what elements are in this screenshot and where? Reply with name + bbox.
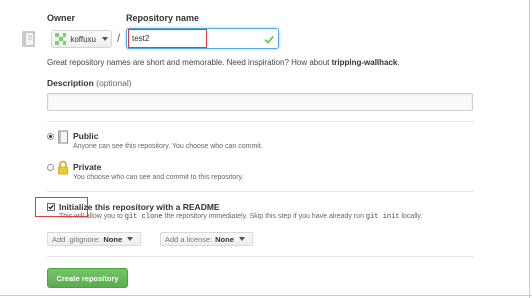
screenshot-border-right [529, 0, 530, 298]
chevron-down-icon [238, 237, 245, 241]
lock-icon [57, 160, 69, 175]
owner-dropdown[interactable]: koffuxu [51, 30, 112, 48]
repo-name-hint: Great repository names are short and mem… [47, 58, 400, 67]
screenshot-border-bottom [0, 295, 532, 296]
divider [47, 256, 474, 257]
gitignore-select[interactable]: Add .gitignore: None [47, 232, 141, 246]
divider [47, 191, 474, 192]
chevron-down-icon [102, 37, 108, 41]
owner-label: Owner [47, 13, 76, 23]
private-label[interactable]: Private [73, 162, 101, 172]
divider [47, 121, 474, 122]
repo-public-icon [57, 130, 69, 144]
license-select[interactable]: Add a license: None [160, 232, 253, 246]
readme-description: This will allow you to git clone the rep… [59, 213, 422, 221]
readme-desc-text: the repository immediately. Skip this st… [162, 213, 366, 220]
chevron-down-icon [127, 237, 134, 241]
readme-desc-text: locally. [399, 213, 423, 220]
description-optional: (optional) [96, 78, 132, 88]
git-init-code: git init [365, 213, 400, 221]
owner-name: koffuxu [70, 34, 96, 44]
description-label: Description (optional) [47, 78, 132, 88]
create-repository-button[interactable]: Create repository [47, 268, 128, 288]
private-description: You choose who can see and commit to thi… [73, 174, 244, 181]
git-clone-code: git clone [124, 213, 163, 221]
repository-name-label: Repository name [126, 13, 200, 23]
public-description: Anyone can see this repository. You choo… [73, 143, 263, 150]
checkmark-icon [264, 32, 274, 44]
annotation-highlight-readme [35, 197, 88, 217]
avatar [55, 33, 67, 45]
annotation-highlight-repo-name [128, 29, 207, 48]
gitignore-select-value: None [103, 234, 123, 244]
description-label-text: Description [47, 78, 94, 88]
repo-book-icon [20, 31, 36, 48]
description-field[interactable] [47, 93, 476, 112]
name-suggestion-link[interactable]: tripping-wallhack [332, 58, 398, 67]
private-radio[interactable] [47, 164, 54, 171]
description-input[interactable] [48, 94, 476, 112]
gitignore-select-label: Add .gitignore: [52, 234, 101, 244]
license-select-value: None [215, 234, 234, 244]
owner-repo-separator: / [117, 31, 121, 45]
public-radio[interactable] [47, 133, 54, 140]
hint-end: . [397, 58, 400, 67]
public-label[interactable]: Public [73, 131, 99, 141]
license-select-label: Add a license: [165, 234, 213, 244]
hint-text: Great repository names are short and mem… [47, 58, 332, 67]
